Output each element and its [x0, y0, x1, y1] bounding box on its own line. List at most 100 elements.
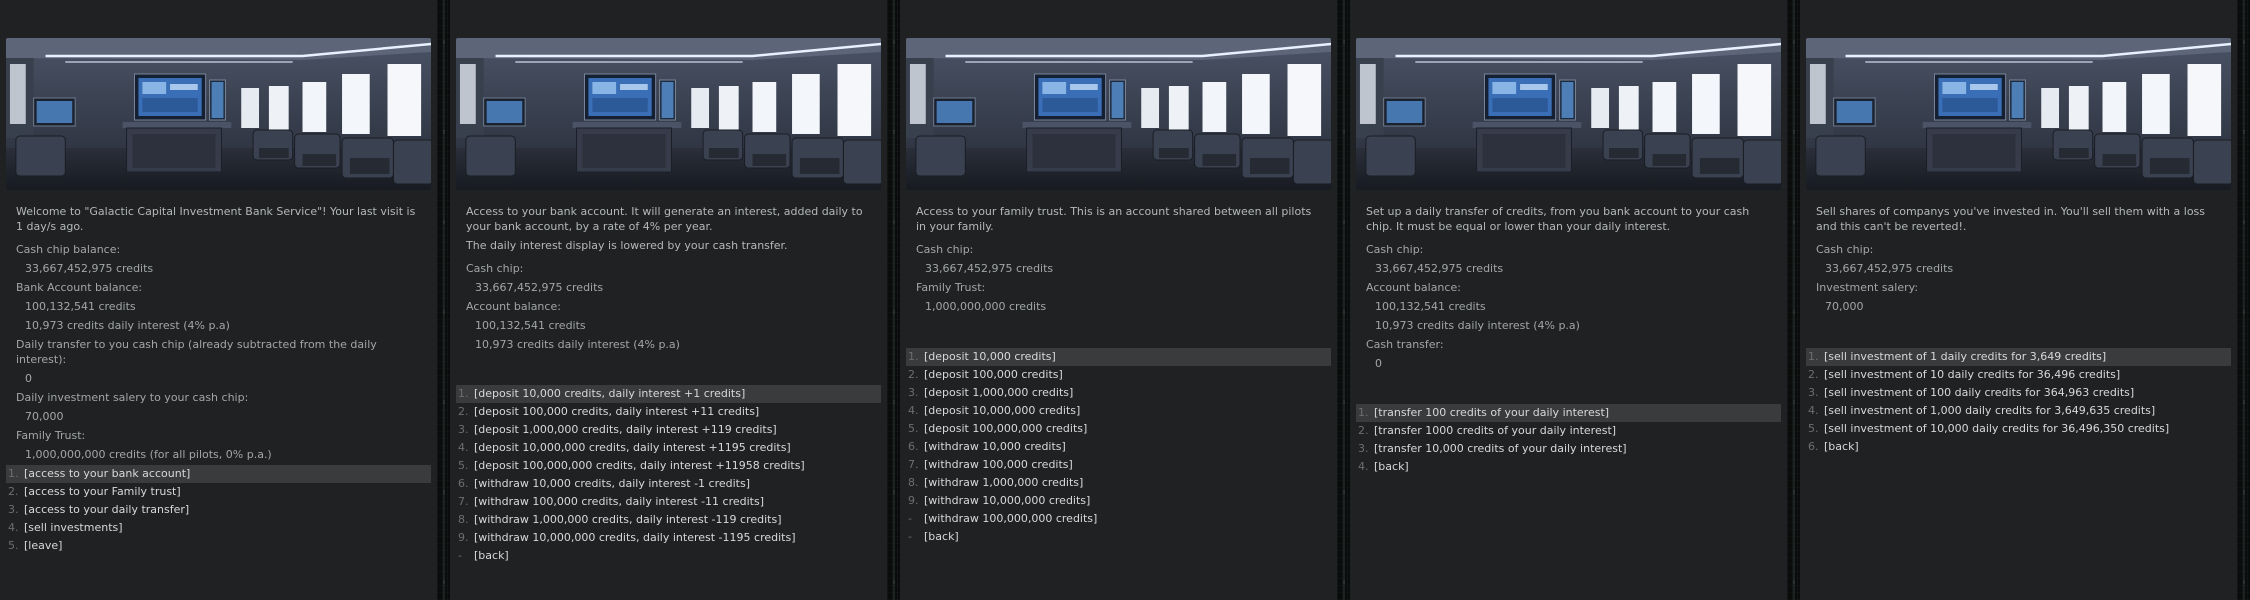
menu-option[interactable]: 3. [deposit 1,000,000 credits]: [906, 384, 1331, 402]
menu-option[interactable]: 7. [withdraw 100,000 credits]: [906, 456, 1331, 474]
intro-text: Access to your bank account. It will gen…: [466, 205, 863, 233]
option-number: 1.: [908, 350, 919, 363]
menu-option[interactable]: 2. [transfer 1000 credits of your daily i…: [1356, 422, 1781, 440]
option-number: 6.: [908, 440, 919, 453]
menu-option[interactable]: 2. [deposit 100,000 credits, daily intere…: [456, 403, 881, 421]
option-number: 1.: [1358, 406, 1369, 419]
menu-option[interactable]: 4. [deposit 10,000,000 credits, daily int…: [456, 439, 881, 457]
option-number: 4.: [1358, 460, 1369, 473]
menu-option[interactable]: 3. [transfer 10,000 credits of your daily…: [1356, 440, 1781, 458]
menu-option[interactable]: 3. [deposit 1,000,000 credits, daily inte…: [456, 421, 881, 439]
field-value: 1,000,000,000 credits: [925, 300, 1047, 313]
menu-option[interactable]: 6. [withdraw 10,000 credits]: [906, 438, 1331, 456]
menu-option[interactable]: 8. [withdraw 1,000,000 credits]: [906, 474, 1331, 492]
option-label: [leave]: [24, 539, 63, 552]
field-value: 10,973 credits daily interest (4% p.a): [475, 338, 680, 351]
option-number: 1.: [8, 467, 19, 480]
menu-option[interactable]: 4. [sell investments]: [6, 519, 431, 537]
menu-option[interactable]: 3. [sell investment of 100 daily credits …: [1806, 384, 2231, 402]
field-value: 10,973 credits daily interest (4% p.a): [25, 319, 230, 332]
menu-option[interactable]: 1. [transfer 100 credits of your daily in…: [1356, 404, 1781, 422]
option-number: 6.: [1808, 440, 1819, 453]
option-label: [sell investment of 10 daily credits for…: [1824, 368, 2121, 381]
bank-interior-image: [1356, 38, 1781, 190]
option-label: [withdraw 1,000,000 credits]: [924, 476, 1084, 489]
menu-option[interactable]: - [withdraw 100,000,000 credits]: [906, 510, 1331, 528]
menu-option[interactable]: 3. [access to your daily transfer]: [6, 501, 431, 519]
menu-option[interactable]: 5. [deposit 100,000,000 credits]: [906, 420, 1331, 438]
option-label: [access to your Family trust]: [24, 485, 181, 498]
option-number: -: [458, 549, 462, 562]
option-label: [withdraw 100,000,000 credits]: [924, 512, 1098, 525]
menu-option[interactable]: 4. [back]: [1356, 458, 1781, 476]
bank-interior-image: [6, 38, 431, 190]
menu-option[interactable]: 2. [access to your Family trust]: [6, 483, 431, 501]
menu-option[interactable]: 2. [deposit 100,000 credits]: [906, 366, 1331, 384]
option-label: [deposit 10,000 credits, daily interest …: [474, 387, 746, 400]
field-value: 70,000: [1825, 300, 1864, 313]
menu-option[interactable]: 1. [sell investment of 1 daily credits fo…: [1806, 348, 2231, 366]
field-label: Daily transfer to you cash chip (already…: [16, 338, 377, 366]
field-label: Account balance:: [466, 300, 561, 313]
option-number: 3.: [908, 386, 919, 399]
option-label: [back]: [1824, 440, 1859, 453]
field-value: 33,667,452,975 credits: [475, 281, 604, 294]
option-label: [withdraw 10,000,000 credits]: [924, 494, 1091, 507]
menu-option[interactable]: 5. [deposit 100,000,000 credits, daily in…: [456, 457, 881, 475]
option-label: [sell investment of 10,000 daily credits…: [1824, 422, 2170, 435]
menu-option[interactable]: 8. [withdraw 1,000,000 credits, daily int…: [456, 511, 881, 529]
option-menu: 1. [transfer 100 credits of your daily in…: [1356, 404, 1781, 476]
option-number: -: [908, 530, 912, 543]
option-number: 2.: [1808, 368, 1819, 381]
option-number: 3.: [1808, 386, 1819, 399]
option-menu: 1. [access to your bank account] 2. [access…: [6, 465, 431, 555]
option-number: -: [908, 512, 912, 525]
field-label: Family Trust:: [916, 281, 986, 294]
option-label: [back]: [1374, 460, 1409, 473]
option-number: 7.: [458, 495, 469, 508]
menu-option[interactable]: 6. [back]: [1806, 438, 2231, 456]
option-number: 1.: [458, 387, 469, 400]
option-number: 9.: [458, 531, 469, 544]
option-label: [withdraw 10,000,000 credits, daily inte…: [474, 531, 796, 544]
info-text: Welcome to "Galactic Capital Investment …: [16, 204, 421, 466]
field-label: Daily investment salery to your cash chi…: [16, 391, 249, 404]
screen: Welcome to "Galactic Capital Investment …: [0, 0, 2250, 600]
menu-option[interactable]: - [back]: [456, 547, 881, 565]
option-menu: 1. [deposit 10,000 credits] 2. [deposit 100…: [906, 348, 1331, 546]
option-label: [withdraw 100,000 credits]: [924, 458, 1073, 471]
option-label: [deposit 100,000 credits, daily interest…: [474, 405, 760, 418]
menu-option[interactable]: 1. [access to your bank account]: [6, 465, 431, 483]
panel-divider: [437, 0, 450, 600]
bank-interior-image: [456, 38, 881, 190]
menu-option[interactable]: 2. [sell investment of 10 daily credits f…: [1806, 366, 2231, 384]
menu-option[interactable]: 9. [withdraw 10,000,000 credits]: [906, 492, 1331, 510]
option-label: [withdraw 1,000,000 credits, daily inter…: [474, 513, 782, 526]
option-number: 2.: [908, 368, 919, 381]
option-label: [transfer 1000 credits of your daily int…: [1374, 424, 1617, 437]
menu-option[interactable]: 5. [leave]: [6, 537, 431, 555]
menu-option[interactable]: 4. [deposit 10,000,000 credits]: [906, 402, 1331, 420]
menu-option[interactable]: 7. [withdraw 100,000 credits, daily inter…: [456, 493, 881, 511]
option-label: [deposit 10,000,000 credits, daily inter…: [474, 441, 791, 454]
menu-option[interactable]: 1. [deposit 10,000 credits]: [906, 348, 1331, 366]
menu-option[interactable]: 4. [sell investment of 1,000 daily credit…: [1806, 402, 2231, 420]
menu-option[interactable]: - [back]: [906, 528, 1331, 546]
option-label: [sell investment of 100 daily credits fo…: [1824, 386, 2135, 399]
option-label: [deposit 1,000,000 credits]: [924, 386, 1074, 399]
field-value: 100,132,541 credits: [475, 319, 586, 332]
option-label: [sell investment of 1,000 daily credits …: [1824, 404, 2156, 417]
option-label: [access to your daily transfer]: [24, 503, 190, 516]
menu-option[interactable]: 9. [withdraw 10,000,000 credits, daily in…: [456, 529, 881, 547]
menu-option[interactable]: 5. [sell investment of 10,000 daily credi…: [1806, 420, 2231, 438]
menu-option[interactable]: 6. [withdraw 10,000 credits, daily intere…: [456, 475, 881, 493]
option-number: 4.: [1808, 404, 1819, 417]
field-value: 33,667,452,975 credits: [25, 262, 154, 275]
option-number: 1.: [1808, 350, 1819, 363]
menu-option[interactable]: 1. [deposit 10,000 credits, daily interes…: [456, 385, 881, 403]
field-label: Family Trust:: [16, 429, 86, 442]
info-text: Set up a daily transfer of credits, from…: [1366, 204, 1771, 375]
